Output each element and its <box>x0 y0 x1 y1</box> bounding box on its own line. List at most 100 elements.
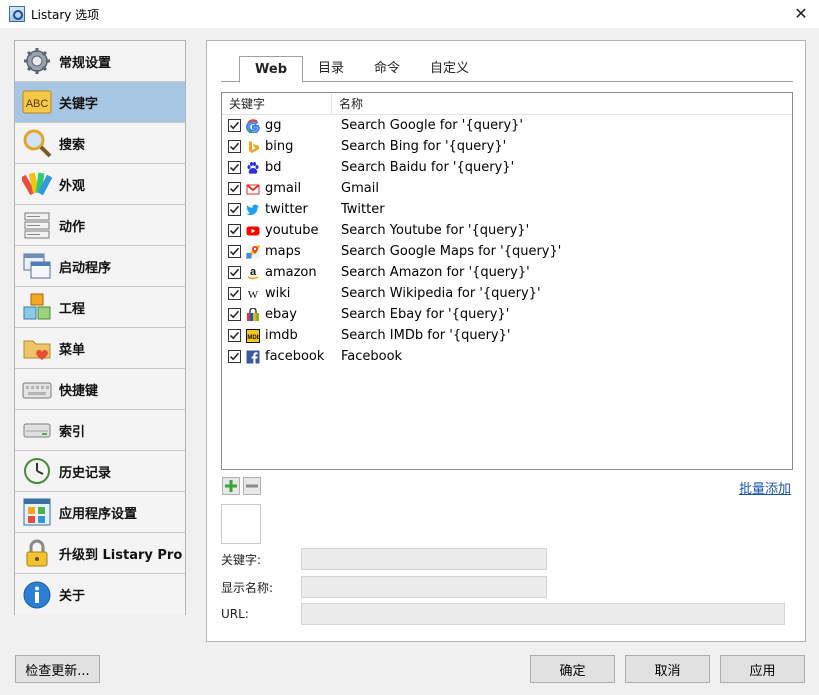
row-name: Search Wikipedia for '{query}' <box>341 286 541 301</box>
row-name: Search Amazon for '{query}' <box>341 265 530 280</box>
checkbox[interactable] <box>228 350 241 363</box>
keyword-icon-preview[interactable] <box>221 504 261 544</box>
sidebar-item-label: 搜索 <box>59 137 86 153</box>
list-item[interactable]: twitter Twitter <box>222 199 792 220</box>
listary-app-icon <box>9 6 25 22</box>
list-header: 关键字 名称 <box>222 93 792 115</box>
google-maps-icon <box>245 244 260 259</box>
check-update-button[interactable]: 检查更新... <box>15 655 100 683</box>
abc-icon: ABC <box>21 86 53 118</box>
sidebar-item-general[interactable]: 常规设置 <box>15 41 185 82</box>
list-item[interactable]: bing Search Bing for '{query}' <box>222 136 792 157</box>
sidebar-item-history[interactable]: 历史记录 <box>15 451 185 492</box>
row-keyword: facebook <box>265 349 325 364</box>
lock-icon <box>21 537 53 569</box>
sidebar-item-hotkeys[interactable]: 快捷键 <box>15 369 185 410</box>
sidebar-item-label: 快捷键 <box>59 383 99 399</box>
sidebar: 常规设置 ABC 关键字 搜索 外观 动作 启动程序 工程 菜单 快捷键 索引 … <box>14 40 186 615</box>
list-item[interactable]: IMDb imdb Search IMDb for '{query}' <box>222 325 792 346</box>
row-keyword: bing <box>265 139 294 154</box>
tab-web[interactable]: Web <box>239 56 303 83</box>
tab-directory[interactable]: 目录 <box>303 56 359 82</box>
ebay-icon <box>245 307 260 322</box>
add-keyword-button[interactable] <box>222 477 240 495</box>
row-name: Twitter <box>341 202 385 217</box>
checkbox[interactable] <box>228 329 241 342</box>
row-name: Search Youtube for '{query}' <box>341 223 530 238</box>
window-title: Listary 选项 <box>31 7 100 22</box>
list-item[interactable]: facebook Facebook <box>222 346 792 367</box>
sidebar-item-actions[interactable]: 动作 <box>15 205 185 246</box>
apply-button[interactable]: 应用 <box>720 655 805 683</box>
row-keyword: bd <box>265 160 282 175</box>
checkbox[interactable] <box>228 203 241 216</box>
baidu-icon <box>245 160 260 175</box>
sidebar-item-label: 历史记录 <box>59 465 112 481</box>
tab-custom[interactable]: 自定义 <box>415 56 484 82</box>
facebook-icon <box>245 349 260 364</box>
close-icon[interactable]: ✕ <box>791 4 811 24</box>
sidebar-item-index[interactable]: 索引 <box>15 410 185 451</box>
cancel-button[interactable]: 取消 <box>625 655 710 683</box>
sidebar-item-about[interactable]: 关于 <box>15 574 185 615</box>
keyword-list[interactable]: 关键字 名称 gg Search Google for '{query}' bi… <box>221 92 793 470</box>
sidebar-item-appearance[interactable]: 外观 <box>15 164 185 205</box>
url-input[interactable] <box>301 603 785 625</box>
list-item[interactable]: bd Search Baidu for '{query}' <box>222 157 792 178</box>
checkbox[interactable] <box>228 161 241 174</box>
list-item[interactable]: gmail Gmail <box>222 178 792 199</box>
title-bar: Listary 选项 ✕ <box>0 0 819 28</box>
row-name: Gmail <box>341 181 379 196</box>
sidebar-item-search[interactable]: 搜索 <box>15 123 185 164</box>
svg-text:a: a <box>249 266 256 278</box>
checkbox[interactable] <box>228 182 241 195</box>
row-name: Search Google Maps for '{query}' <box>341 244 562 259</box>
info-icon <box>21 579 53 611</box>
checkbox[interactable] <box>228 266 241 279</box>
list-item[interactable]: a amazon Search Amazon for '{query}' <box>222 262 792 283</box>
list-item[interactable]: youtube Search Youtube for '{query}' <box>222 220 792 241</box>
palette-icon <box>21 168 53 200</box>
gmail-icon <box>245 181 260 196</box>
checkbox[interactable] <box>228 245 241 258</box>
sidebar-item-app-settings[interactable]: 应用程序设置 <box>15 492 185 533</box>
row-name: Search IMDb for '{query}' <box>341 328 511 343</box>
row-name: Search Ebay for '{query}' <box>341 307 510 322</box>
sidebar-item-launcher[interactable]: 启动程序 <box>15 246 185 287</box>
sidebar-item-projects[interactable]: 工程 <box>15 287 185 328</box>
keywords-panel: Web 目录 命令 自定义 关键字 名称 gg Search Google fo… <box>206 40 806 642</box>
plus-icon <box>225 480 237 492</box>
batch-add-link[interactable]: 批量添加 <box>739 478 791 497</box>
sidebar-item-menu[interactable]: 菜单 <box>15 328 185 369</box>
checkbox[interactable] <box>228 224 241 237</box>
display-name-input[interactable] <box>301 576 547 598</box>
row-keyword: ebay <box>265 307 297 322</box>
column-header-keyword[interactable]: 关键字 <box>222 93 332 114</box>
sidebar-item-label: 动作 <box>59 219 86 235</box>
tab-commands[interactable]: 命令 <box>359 56 415 82</box>
column-header-name[interactable]: 名称 <box>332 93 363 114</box>
checkbox[interactable] <box>228 119 241 132</box>
list-item[interactable]: W wiki Search Wikipedia for '{query}' <box>222 283 792 304</box>
checkbox[interactable] <box>228 287 241 300</box>
sidebar-item-label: 常规设置 <box>59 55 112 71</box>
row-keyword: twitter <box>265 202 308 217</box>
checkbox[interactable] <box>228 308 241 321</box>
keyword-input[interactable] <box>301 548 547 570</box>
keyboard-icon <box>21 373 53 405</box>
sidebar-item-label: 关键字 <box>59 96 99 112</box>
clock-icon <box>21 455 53 487</box>
checkbox[interactable] <box>228 140 241 153</box>
list-item[interactable]: gg Search Google for '{query}' <box>222 115 792 136</box>
list-item[interactable]: ebay Search Ebay for '{query}' <box>222 304 792 325</box>
list-item[interactable]: maps Search Google Maps for '{query}' <box>222 241 792 262</box>
ok-button[interactable]: 确定 <box>530 655 615 683</box>
sidebar-item-upgrade-pro[interactable]: 升级到 Listary Pro <box>15 533 185 574</box>
row-name: Search Baidu for '{query}' <box>341 160 515 175</box>
magnifier-icon <box>21 127 53 159</box>
remove-keyword-button[interactable] <box>243 477 261 495</box>
row-keyword: gg <box>265 118 282 133</box>
sidebar-item-keywords[interactable]: ABC 关键字 <box>15 82 185 123</box>
row-keyword: gmail <box>265 181 302 196</box>
youtube-icon <box>245 223 260 238</box>
